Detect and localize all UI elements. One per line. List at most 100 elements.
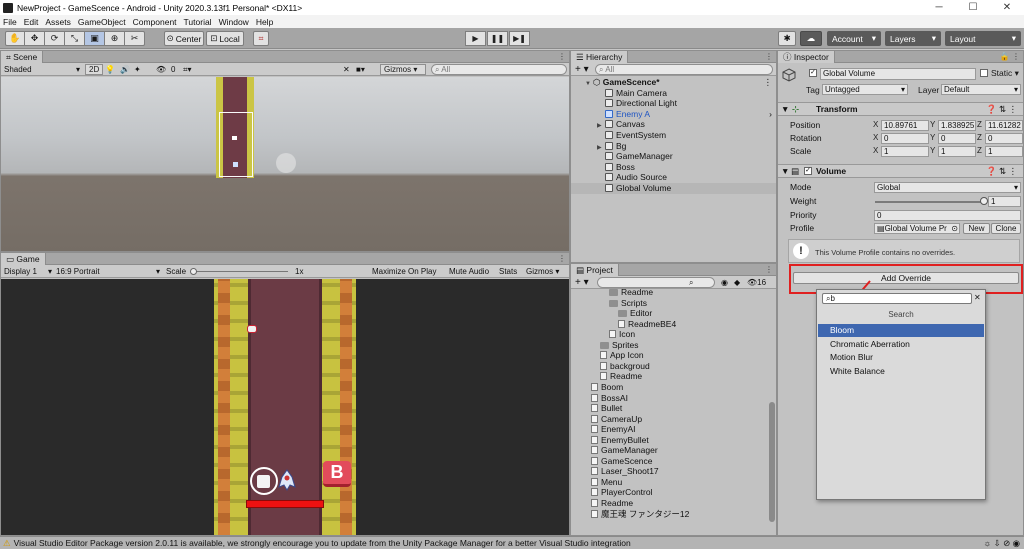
project-item[interactable]: BossAI (571, 393, 766, 404)
object-picker-icon[interactable]: ⊙ (951, 224, 958, 233)
project-item[interactable]: ReadmeBE4 (571, 319, 766, 330)
mode-dropdown[interactable]: Global ▾ (874, 181, 1021, 193)
rotate-tool-icon[interactable]: ⟳ (45, 31, 65, 46)
menu-file[interactable]: File (3, 17, 17, 27)
priority-field[interactable]: 0 (874, 209, 1021, 221)
project-item[interactable]: Editor (571, 308, 766, 319)
transform-header[interactable]: ▼ ⊹ Transform ❓ ⇅ ⋮ (778, 102, 1023, 116)
position-z-field[interactable]: 11.61282 (985, 119, 1023, 131)
project-item[interactable]: 魔王魂 ファンタジー12 (571, 509, 766, 520)
grid-snap-button[interactable]: ⌗ (253, 31, 269, 46)
scene-menu-icon[interactable]: ⋮ (764, 77, 773, 88)
hierarchy-item[interactable]: ▶ Bg (571, 141, 776, 152)
hierarchy-item[interactable]: Enemy A › (571, 109, 776, 120)
project-item[interactable]: App Icon (571, 350, 766, 361)
gizmos-dropdown[interactable]: Gizmos ▾ (380, 64, 426, 75)
layout-dropdown[interactable]: Layout ▾ (945, 31, 1021, 46)
minimize-button[interactable]: ─ (922, 2, 956, 13)
project-item[interactable]: GameManager (571, 445, 766, 456)
aspect-dropdown[interactable]: 16:9 Portrait ▾ (56, 266, 160, 277)
grid-toggle-icon[interactable]: ⌗▾ (183, 64, 192, 75)
hierarchy-item[interactable]: Directional Light (571, 98, 776, 109)
project-item[interactable]: Menu (571, 477, 766, 488)
project-item[interactable]: Laser_Shoot17 (571, 466, 766, 477)
project-item[interactable]: Icon (571, 329, 766, 340)
scale-slider-track[interactable] (192, 271, 288, 272)
layer-dropdown[interactable]: Default ▾ (941, 84, 1021, 95)
project-item[interactable]: EnemyBullet (571, 435, 766, 446)
joystick-knob[interactable] (257, 475, 270, 488)
visibility-icon[interactable]: 👁 (156, 64, 166, 75)
scene-search-input[interactable]: ⌕ All (431, 64, 567, 75)
create-button[interactable]: + ▾ (575, 64, 589, 75)
status-icons[interactable]: ☼ ⇩ ⊘ ◉ (983, 537, 1020, 549)
active-checkbox[interactable]: ✓ (809, 69, 817, 77)
menu-help[interactable]: Help (256, 17, 273, 27)
2d-toggle[interactable]: 2D (85, 64, 104, 75)
override-option[interactable]: Motion Blur (818, 351, 984, 364)
effects-toggle-icon[interactable]: ✦ (134, 64, 141, 75)
play-button[interactable]: ▶ (465, 31, 486, 46)
lighting-toggle-icon[interactable]: 💡 (105, 64, 115, 75)
tab-inspector[interactable]: ⓘ Inspector (778, 51, 835, 63)
game-gizmos-dropdown[interactable]: Gizmos ▾ (526, 266, 559, 277)
override-search-input[interactable]: ⌕b (822, 293, 972, 304)
hierarchy-item[interactable]: EventSystem (571, 130, 776, 141)
hierarchy-item[interactable]: ▶ Canvas (571, 119, 776, 130)
rotation-z-field[interactable]: 0 (985, 132, 1023, 144)
scale-z-field[interactable]: 1 (985, 145, 1023, 157)
component-menu-icon[interactable]: ❓ ⇅ ⋮ (986, 165, 1017, 178)
step-button[interactable]: ▶❚ (509, 31, 530, 46)
move-tool-icon[interactable]: ✥ (25, 31, 45, 46)
project-scrollbar[interactable] (769, 402, 775, 522)
rotation-x-field[interactable]: 0 (881, 132, 929, 144)
new-profile-button[interactable]: New (963, 222, 990, 234)
stats-button[interactable]: Stats (499, 266, 517, 277)
project-item[interactable]: CameraUp (571, 414, 766, 425)
panel-menu-icon[interactable]: ⋮ (765, 264, 773, 276)
scale-x-field[interactable]: 1 (881, 145, 929, 157)
audio-toggle-icon[interactable]: 🔊 (120, 64, 130, 75)
prefab-open-icon[interactable]: › (769, 109, 772, 120)
hierarchy-item[interactable]: GameManager (571, 151, 776, 162)
hierarchy-item[interactable]: Main Camera (571, 88, 776, 99)
menu-component[interactable]: Component (133, 17, 177, 27)
boss-button[interactable]: B (323, 461, 351, 487)
project-item[interactable]: GameScence (571, 456, 766, 467)
account-dropdown[interactable]: Account ▾ (827, 31, 881, 46)
hand-tool-icon[interactable]: ✋ (5, 31, 25, 46)
hierarchy-scene-row[interactable]: ▼ ⬡ GameScence* ⋮ (571, 77, 776, 88)
hierarchy-item[interactable]: Audio Source (571, 172, 776, 183)
close-button[interactable]: ✕ (990, 2, 1024, 13)
profile-object-field[interactable]: ▤Global Volume Pr ⊙ (874, 222, 960, 234)
menu-gameobject[interactable]: GameObject (78, 17, 126, 27)
project-item[interactable]: Readme (571, 498, 766, 509)
tab-hierarchy[interactable]: ☰ Hierarchy (571, 51, 629, 63)
override-option[interactable]: Chromatic Aberration (818, 338, 984, 351)
collapse-arrow-icon[interactable]: ▼ (781, 165, 789, 178)
pivot-center-button[interactable]: ⊙ Center (164, 31, 204, 46)
project-item[interactable]: Scripts (571, 298, 766, 309)
panel-menu-icon[interactable]: 🔒 ⋮ (1000, 51, 1020, 63)
pause-button[interactable]: ❚❚ (487, 31, 508, 46)
project-item[interactable]: Bullet (571, 403, 766, 414)
project-item[interactable]: Sprites (571, 340, 766, 351)
menu-window[interactable]: Window (219, 17, 249, 27)
camera-icon[interactable]: ■▾ (356, 64, 365, 75)
project-item[interactable]: Readme (571, 287, 766, 298)
status-message[interactable]: Visual Studio Editor Package version 2.0… (14, 538, 631, 548)
scale-tool-icon[interactable]: ⤡ (65, 31, 85, 46)
panel-menu-icon[interactable]: ⋮ (558, 51, 566, 63)
tab-project[interactable]: ▤ Project (571, 264, 619, 276)
maximize-on-play-button[interactable]: Maximize On Play (372, 266, 436, 277)
custom-tool-icon[interactable]: ✂ (125, 31, 145, 46)
rect-tool-icon[interactable]: ▣ (85, 31, 105, 46)
panel-menu-icon[interactable]: ⋮ (558, 253, 566, 265)
rotation-y-field[interactable]: 0 (938, 132, 976, 144)
position-x-field[interactable]: 10.89761 (881, 119, 929, 131)
tab-scene[interactable]: ⌗ Scene (1, 51, 44, 63)
static-checkbox[interactable] (980, 69, 988, 77)
project-item[interactable]: Readme (571, 371, 766, 382)
menu-edit[interactable]: Edit (24, 17, 39, 27)
transform-tool-icon[interactable]: ⊕ (105, 31, 125, 46)
